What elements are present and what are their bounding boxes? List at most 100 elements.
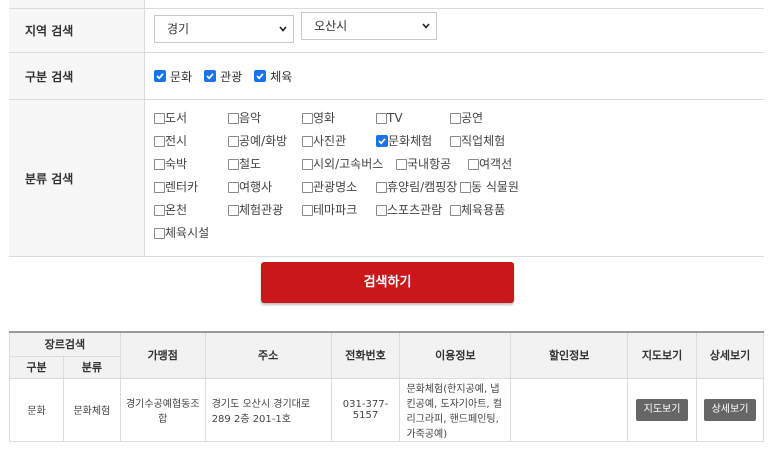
category-row: 분류 검색 도서 음악 영화 TV 공연 전시 공예/화방 사진관 문화체험 직업체험 숙박 철도 시외…	[9, 100, 764, 257]
checkbox-empty-icon	[228, 159, 239, 170]
category-checkbox-item[interactable]: 체육시설	[154, 225, 209, 241]
checkbox-empty-icon	[302, 136, 313, 147]
genre-search-header: 장르검색	[9, 331, 121, 357]
checkbox-empty-icon	[302, 205, 313, 216]
category-checkbox-label: 문화체험	[388, 134, 433, 148]
address-header: 주소	[204, 331, 332, 379]
checkbox-empty-icon	[154, 113, 165, 124]
checkbox-empty-icon	[302, 182, 313, 193]
chevron-down-icon	[422, 23, 430, 29]
category-header: 분류	[62, 355, 121, 379]
category-checkbox-label: 도서	[165, 111, 188, 125]
category-checkbox-item[interactable]: 테마파크	[302, 202, 357, 218]
category-checkbox-label: 온천	[165, 203, 188, 217]
category-checkbox-item[interactable]: 전시	[154, 133, 187, 149]
category-checkbox-item[interactable]: 공예/화방	[228, 133, 287, 149]
category-checkbox-item[interactable]: 국내항공	[396, 156, 451, 172]
row-store: 경기수공예협동조합	[119, 377, 206, 442]
category-checkbox-label: 시외/고속버스	[313, 157, 384, 171]
type-checkbox-culture[interactable]: 문화	[154, 68, 192, 85]
category-checkbox-item[interactable]: 공연	[450, 110, 483, 126]
checkbox-checked-icon	[254, 70, 267, 82]
map-header: 지도보기	[627, 331, 698, 379]
search-button[interactable]: 검색하기	[261, 262, 514, 303]
discount-header: 할인정보	[510, 331, 629, 379]
category-checkbox-label: 철도	[239, 157, 262, 171]
category-checkbox-label: 테마파크	[313, 203, 358, 217]
city-select[interactable]: 오산시	[301, 12, 438, 40]
province-select[interactable]: 경기	[154, 15, 294, 43]
category-checkbox-label: 렌터카	[165, 180, 199, 194]
category-checkbox-label: 관광명소	[313, 180, 358, 194]
checkbox-empty-icon	[468, 159, 479, 170]
checkbox-checked-icon	[376, 135, 388, 147]
category-checkbox-item[interactable]: 스포츠관람	[376, 202, 442, 218]
category-checkbox-label: 숙박	[165, 157, 188, 171]
row-usage: 문화체험(한지공예, 냅킨공예, 도자기아트, 컬리그라피, 핸드페인팅, 가죽…	[399, 377, 512, 442]
checkbox-empty-icon	[302, 113, 313, 124]
form-top-row	[9, 0, 764, 9]
checkbox-empty-icon	[376, 182, 387, 193]
detail-button[interactable]: 상세보기	[703, 398, 757, 421]
category-checkbox-item[interactable]: TV	[376, 110, 403, 126]
category-checkbox-item[interactable]: 도서	[154, 110, 187, 126]
checkbox-empty-icon	[154, 159, 165, 170]
category-checkbox-label: 직업체험	[461, 134, 506, 148]
row-address: 경기도 오산시 경기대로 289 2층 201-1호	[204, 377, 332, 442]
checkbox-empty-icon	[396, 159, 407, 170]
checkbox-empty-icon	[450, 136, 461, 147]
store-header: 가맹점	[119, 331, 206, 379]
category-checkbox-item[interactable]: 여객선	[468, 156, 512, 172]
region-row: 지역 검색 경기 오산시	[9, 9, 764, 53]
category-checkbox-item[interactable]: 렌터카	[154, 179, 198, 195]
category-checkbox-item[interactable]: 철도	[228, 156, 261, 172]
category-checkbox-label: 여객선	[479, 157, 513, 171]
checkbox-empty-icon	[302, 159, 313, 170]
category-checkbox-item[interactable]: 문화체험	[376, 133, 432, 149]
category-checkbox-label: 공연	[461, 111, 484, 125]
category-checkbox-item[interactable]: 사진관	[302, 133, 346, 149]
checkbox-empty-icon	[154, 228, 165, 239]
row-phone: 031-377-5157	[330, 377, 401, 442]
category-checkbox-item[interactable]: 체험관광	[228, 202, 283, 218]
row-type: 문화	[9, 377, 64, 442]
row-discount	[510, 377, 629, 442]
category-checkbox-item[interactable]: 시외/고속버스	[302, 156, 383, 172]
category-checkbox-label: 체험관광	[239, 203, 284, 217]
category-checkbox-label: 스포츠관람	[387, 203, 443, 217]
category-checkbox-item[interactable]: 영화	[302, 110, 335, 126]
checkbox-checked-icon	[204, 70, 217, 82]
detail-header: 상세보기	[696, 331, 764, 379]
category-checkbox-item[interactable]: 관광명소	[302, 179, 357, 195]
row-category: 문화체험	[62, 377, 121, 442]
checkbox-empty-icon	[376, 113, 387, 124]
checkbox-empty-icon	[154, 182, 165, 193]
category-checkbox-item[interactable]: 음악	[228, 110, 261, 126]
category-checkbox-label: 여행사	[239, 180, 273, 194]
category-checkbox-label: 체육용품	[461, 203, 506, 217]
category-checkbox-item[interactable]: 체육용품	[450, 202, 505, 218]
category-checkbox-item[interactable]: 동 식물원	[460, 179, 519, 195]
checkbox-empty-icon	[460, 182, 471, 193]
type-header: 구분	[9, 355, 64, 379]
category-checkbox-label: 사진관	[313, 134, 347, 148]
category-checkbox-item[interactable]: 온천	[154, 202, 187, 218]
category-checkbox-item[interactable]: 숙박	[154, 156, 187, 172]
chevron-down-icon	[279, 26, 287, 32]
category-checkbox-label: 음악	[239, 111, 262, 125]
phone-header: 전화번호	[330, 331, 401, 379]
category-checkbox-label: 휴양림/캠핑장	[387, 180, 458, 194]
type-checkbox-tourism[interactable]: 관광	[204, 68, 242, 85]
category-checkbox-label: 국내항공	[407, 157, 452, 171]
type-checkbox-sports[interactable]: 체육	[254, 68, 292, 85]
map-button[interactable]: 지도보기	[635, 398, 689, 421]
province-value: 경기	[167, 22, 190, 36]
category-checkbox-label: 체육시설	[165, 226, 210, 240]
type-label: 구분 검색	[9, 53, 145, 99]
table-row: 문화 문화체험 경기수공예협동조합 경기도 오산시 경기대로 289 2층 20…	[9, 377, 764, 442]
category-checkbox-item[interactable]: 직업체험	[450, 133, 505, 149]
category-checkbox-item[interactable]: 여행사	[228, 179, 272, 195]
category-checkbox-item[interactable]: 휴양림/캠핑장	[376, 179, 457, 195]
results-table: 장르검색 가맹점 주소 전화번호 이용정보 할인정보 지도보기 상세보기 구분 …	[9, 331, 764, 442]
checkbox-checked-icon	[154, 70, 166, 82]
